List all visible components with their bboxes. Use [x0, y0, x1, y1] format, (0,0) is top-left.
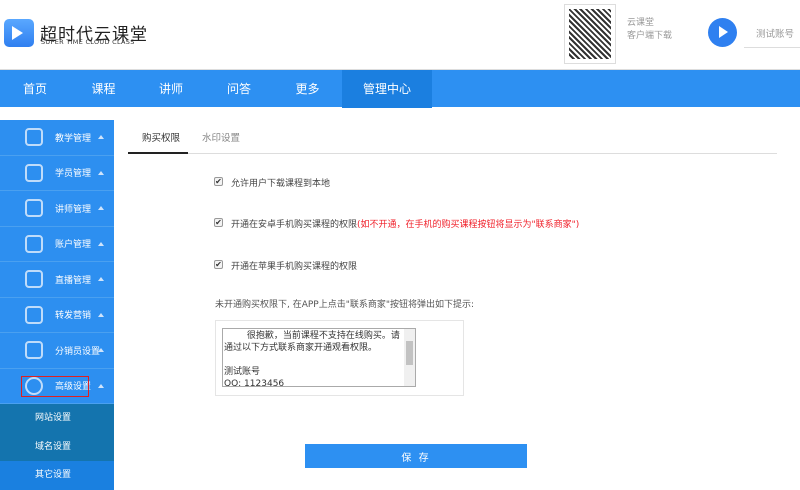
nav-home[interactable]: 首页: [0, 70, 70, 108]
hint-text: 未开通购买权限下, 在APP上点击"联系商家"按钮将弹出如下提示:: [215, 300, 475, 310]
qr-line2: 客户端下载: [627, 31, 673, 41]
ios-purchase-checkbox[interactable]: ✔: [214, 260, 223, 269]
sidebar-label: 教学管理: [55, 133, 92, 144]
sidebar-item-teaching[interactable]: 教学管理: [0, 120, 114, 156]
sidebar-label: 账户管理: [55, 240, 92, 251]
ios-purchase-label: 开通在苹果手机购买课程的权限: [231, 262, 358, 272]
android-label-text: 开通在安卓手机购买课程的权限: [231, 220, 358, 230]
allow-download-label: 允许用户下载课程到本地: [231, 179, 331, 189]
submenu-domain-settings[interactable]: 域名设置: [0, 432, 114, 461]
caret-up-icon: [98, 348, 104, 352]
account-menu[interactable]: 测试账号: [744, 16, 800, 48]
message-line3: QQ: 1123456: [224, 379, 285, 387]
app-download-text: 云课堂 客户端下载: [627, 17, 672, 43]
brand-subtitle: SUPER TIME CLOUD CLASS: [41, 38, 135, 46]
sidebar-item-live[interactable]: 直播管理: [0, 262, 114, 298]
live-icon: [25, 270, 43, 289]
caret-up-icon: [98, 170, 104, 175]
sidebar-item-distributor[interactable]: 分销员设置: [0, 333, 114, 369]
submenu-other-settings[interactable]: 其它设置: [0, 461, 114, 490]
share-icon: [25, 305, 43, 324]
caret-up-icon: [98, 135, 104, 139]
android-purchase-checkbox[interactable]: ✔: [214, 218, 223, 227]
sidebar-label: 讲师管理: [55, 204, 92, 215]
sidebar-item-students[interactable]: 学员管理: [0, 156, 114, 191]
message-line1: 很抱歉，当前课程不支持在线购买。请通过以下方式联系商家开通观看权限。: [224, 331, 400, 353]
contact-message-textarea[interactable]: 很抱歉，当前课程不支持在线购买。请通过以下方式联系商家开通观看权限。 测试账号 …: [222, 328, 416, 387]
sidebar-label: 直播管理: [55, 275, 92, 286]
caret-up-icon: [98, 312, 104, 317]
android-note: (如不开通，在手机的购买课程按钮将显示为"联系商家"): [357, 220, 580, 230]
qr-code-icon: [564, 4, 616, 64]
nav-courses[interactable]: 课程: [70, 70, 137, 108]
lecturer-icon: [25, 199, 43, 218]
qr-line1: 云课堂: [627, 18, 655, 28]
tab-divider: [128, 153, 777, 154]
android-purchase-label: 开通在安卓手机购买课程的权限(如不开通，在手机的购买课程按钮将显示为"联系商家"…: [231, 217, 579, 230]
sidebar: 教学管理 学员管理 讲师管理 账户管理 直播管理 转发营销 分销员设置 高级设置…: [0, 120, 114, 490]
sidebar-label: 学员管理: [55, 169, 92, 180]
caret-up-icon: [98, 383, 104, 388]
sidebar-item-share[interactable]: 转发营销: [0, 298, 114, 333]
caret-up-icon: [98, 241, 104, 246]
nav-more[interactable]: 更多: [273, 70, 342, 108]
main-nav: 首页 课程 讲师 问答 更多 管理中心: [0, 69, 800, 108]
textarea-scrollbar[interactable]: [404, 329, 415, 386]
submenu-site-settings[interactable]: 网站设置: [0, 404, 114, 433]
tab-purchase-permission[interactable]: 购买权限: [142, 130, 180, 144]
allow-download-checkbox[interactable]: ✔: [214, 177, 223, 186]
sidebar-item-lecturers[interactable]: 讲师管理: [0, 191, 114, 227]
gear-icon: [25, 376, 43, 395]
distributor-icon: [25, 341, 43, 360]
caret-up-icon: [98, 206, 104, 210]
logo-icon: [4, 19, 34, 47]
student-icon: [25, 163, 43, 182]
message-line2: 测试账号: [224, 367, 261, 377]
save-button[interactable]: 保 存: [305, 444, 527, 468]
sidebar-item-accounts[interactable]: 账户管理: [0, 227, 114, 262]
tab-watermark[interactable]: 水印设置: [202, 130, 240, 144]
active-tab-underline: [128, 152, 188, 154]
account-icon: [25, 234, 43, 253]
scrollbar-thumb[interactable]: [406, 341, 413, 365]
nav-lecturers[interactable]: 讲师: [137, 70, 205, 108]
nav-admin[interactable]: 管理中心: [342, 70, 432, 108]
nav-qa[interactable]: 问答: [205, 70, 273, 108]
caret-up-icon: [98, 277, 104, 281]
sidebar-item-advanced[interactable]: 高级设置: [0, 369, 114, 404]
teaching-icon: [25, 128, 43, 147]
sidebar-label: 分销员设置: [55, 346, 101, 357]
sidebar-label: 转发营销: [55, 311, 92, 322]
avatar[interactable]: [708, 18, 737, 47]
